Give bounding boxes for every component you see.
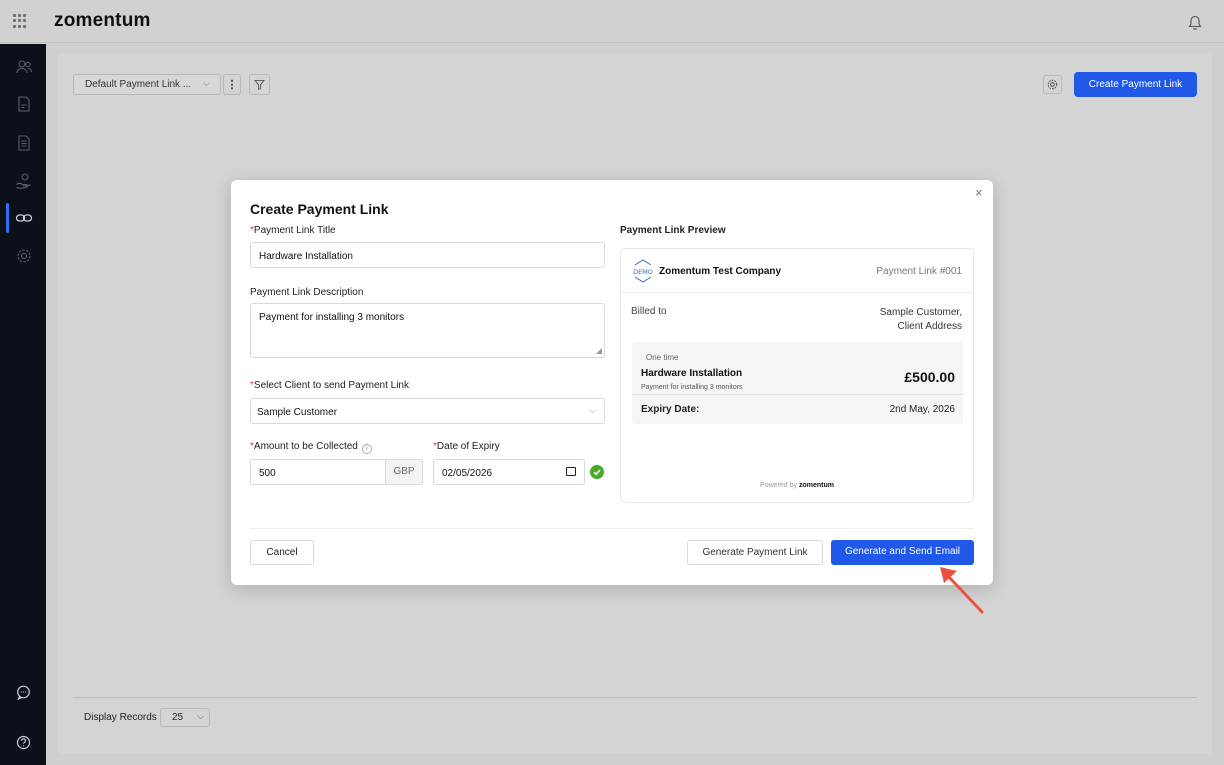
- filter-icon[interactable]: [249, 74, 270, 95]
- display-records-label: Display Records: [84, 712, 157, 723]
- item-amount: £500.00: [904, 369, 955, 385]
- create-payment-link-modal: × Create Payment Link *Payment Link Titl…: [231, 180, 993, 585]
- company-logo: DEMO: [633, 259, 653, 283]
- display-records-select[interactable]: 25 ⌵: [160, 708, 210, 727]
- chat-icon[interactable]: [16, 685, 31, 700]
- brand-logo: zomentum: [54, 10, 151, 31]
- item-name: Hardware Installation: [641, 368, 743, 379]
- currency-addon: GBP: [385, 459, 423, 485]
- calendar-icon[interactable]: [566, 467, 576, 476]
- customer-block: Sample Customer, Client Address: [880, 306, 962, 334]
- left-nav-rail: [0, 44, 46, 765]
- expiry-label: *Date of Expiry: [433, 441, 500, 452]
- modal-footer-divider: [250, 528, 974, 529]
- payment-link-preview: DEMO Zomentum Test Company Payment Link …: [620, 248, 974, 503]
- generate-payment-link-button[interactable]: Generate Payment Link: [687, 540, 823, 565]
- settings-gear-icon[interactable]: [1043, 75, 1062, 94]
- apps-grid-icon[interactable]: [13, 14, 27, 28]
- link-number: Payment Link #001: [876, 266, 962, 277]
- preview-divider: [621, 292, 973, 293]
- line-item: One time Hardware Installation Payment f…: [632, 342, 963, 424]
- svg-text:DEMO: DEMO: [633, 268, 653, 276]
- expiry-date-value: 2nd May, 2026: [889, 404, 955, 415]
- bell-icon[interactable]: [1188, 15, 1202, 31]
- description-textarea[interactable]: Payment for installing 3 monitors ◢: [250, 303, 605, 358]
- document-icon[interactable]: [15, 95, 33, 113]
- expiry-date-input[interactable]: 02/05/2026: [433, 459, 585, 485]
- check-circle-icon: [590, 465, 604, 479]
- invoice-icon[interactable]: [15, 134, 33, 152]
- users-icon[interactable]: [15, 58, 33, 76]
- more-options-button[interactable]: ⋮: [223, 74, 241, 95]
- billed-to-label: Billed to: [631, 306, 667, 317]
- title-label: *Payment Link Title: [250, 225, 336, 236]
- footer-divider: [73, 697, 1197, 698]
- chevron-down-icon: ⌵: [589, 405, 596, 415]
- expiry-date-label: Expiry Date:: [641, 404, 700, 415]
- active-nav-indicator: [6, 203, 9, 233]
- description-label: Payment Link Description: [250, 287, 364, 298]
- link-icon[interactable]: [15, 209, 33, 227]
- annotation-arrow-icon: [940, 567, 984, 614]
- create-payment-link-button[interactable]: Create Payment Link: [1074, 72, 1197, 97]
- modal-title: Create Payment Link: [250, 201, 389, 217]
- close-icon[interactable]: ×: [975, 185, 983, 200]
- top-bar: zomentum: [0, 0, 1224, 43]
- chevron-down-icon: ⌵: [197, 711, 204, 721]
- powered-by: Powered by zomentum: [760, 482, 834, 489]
- company-name: Zomentum Test Company: [659, 266, 782, 277]
- amount-input[interactable]: 500 GBP: [250, 459, 423, 485]
- title-input[interactable]: Hardware Installation: [250, 242, 605, 268]
- item-description: Payment for installing 3 monitors: [641, 384, 743, 391]
- resize-grip-icon[interactable]: ◢: [596, 346, 602, 355]
- gear-icon[interactable]: [15, 247, 33, 265]
- customer-name: Sample Customer,: [879, 307, 962, 318]
- view-select[interactable]: Default Payment Link ... ⌵: [73, 74, 221, 95]
- cancel-button[interactable]: Cancel: [250, 540, 314, 565]
- customer-address: Client Address: [897, 321, 962, 332]
- info-icon[interactable]: i: [361, 444, 372, 454]
- frequency-label: One time: [646, 353, 679, 362]
- preview-heading: Payment Link Preview: [620, 225, 726, 236]
- help-icon[interactable]: [16, 735, 31, 750]
- hand-coin-icon[interactable]: [15, 172, 33, 190]
- chevron-down-icon: ⌵: [203, 78, 210, 88]
- client-label: *Select Client to send Payment Link: [250, 380, 409, 391]
- item-divider: [632, 394, 963, 395]
- client-select[interactable]: Sample Customer ⌵: [250, 398, 605, 424]
- amount-label: *Amount to be Collected i: [250, 441, 372, 454]
